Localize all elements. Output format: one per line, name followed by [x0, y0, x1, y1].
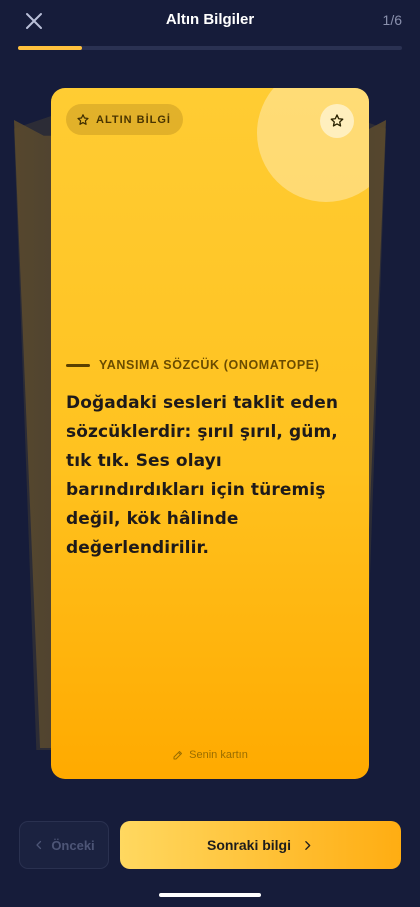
pencil-icon: [173, 751, 183, 760]
card-author: Senin kartın: [51, 749, 369, 761]
chevron-left-icon: [36, 840, 42, 850]
fact-card[interactable]: ALTIN BİLGİ YANSIMA SÖZCÜK (ONOMATOPE) D…: [51, 88, 369, 779]
fact-category: YANSIMA SÖZCÜK (ONOMATOPE): [66, 358, 319, 372]
chevron-right-icon: [305, 840, 311, 850]
page-counter: 1/6: [382, 12, 402, 28]
fact-text: Doğadaki sesleri taklit eden sözcüklerdi…: [66, 393, 339, 558]
card-badge: ALTIN BİLGİ: [66, 104, 183, 135]
header: Altın Bilgiler 1/6: [0, 0, 420, 44]
category-divider: [66, 363, 90, 367]
favorite-button[interactable]: [320, 104, 354, 138]
next-button[interactable]: Sonraki bilgi: [120, 821, 401, 869]
progress-fill: [18, 46, 82, 50]
badge-label: ALTIN BİLGİ: [96, 113, 171, 126]
progress-bar: [18, 46, 402, 50]
star-outline-icon: [77, 113, 89, 125]
previous-label: Önceki: [51, 837, 95, 853]
category-label: YANSIMA SÖZCÜK (ONOMATOPE): [99, 358, 320, 372]
next-label: Sonraki bilgi: [206, 837, 291, 853]
home-indicator: [159, 893, 261, 897]
page-title: Altın Bilgiler: [165, 11, 255, 28]
star-outline-icon[interactable]: [329, 113, 345, 129]
card-decoration: [257, 88, 369, 202]
author-label: Senin kartın: [189, 749, 248, 761]
previous-button[interactable]: Önceki: [19, 821, 109, 869]
